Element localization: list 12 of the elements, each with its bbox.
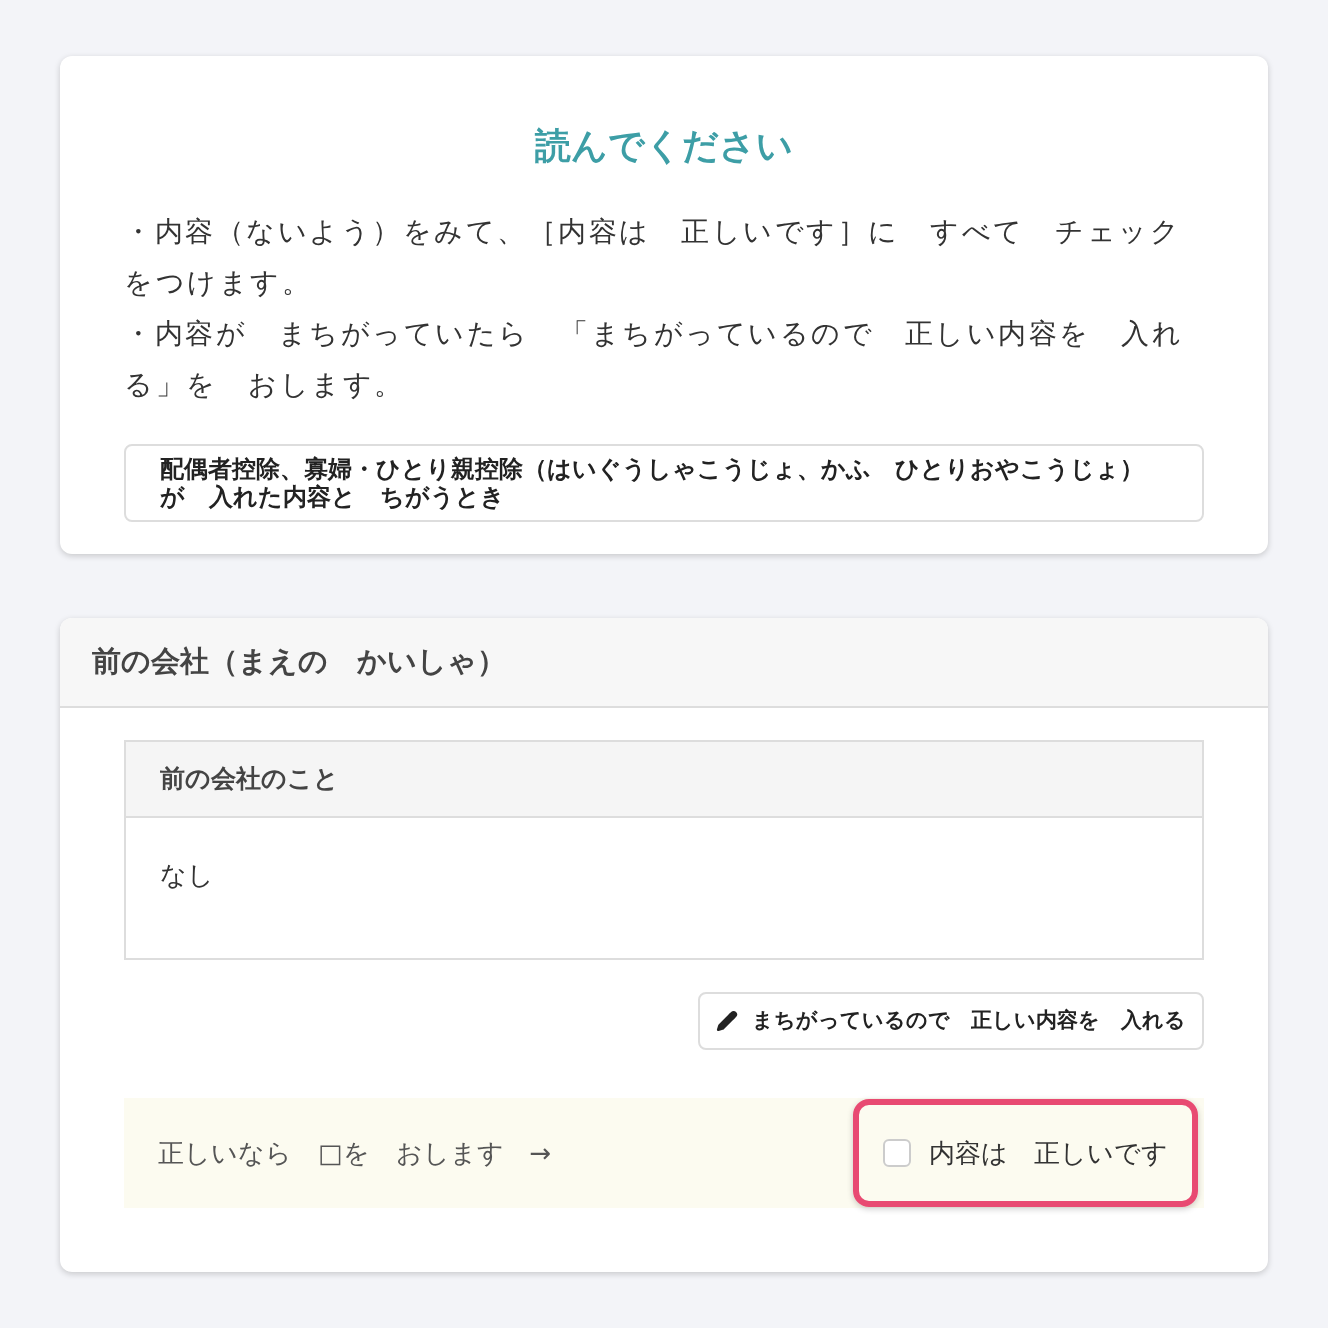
section-title: 前の会社（まえの かいしゃ）	[92, 643, 506, 681]
pencil-icon	[716, 1010, 738, 1032]
hint-text: 正しいなら □を おします →	[158, 1136, 552, 1170]
instruction-text: ・内容が まちがっていたら 「まちがっているので 正しい内容を 入れる」を おします。	[124, 316, 1184, 403]
table-cell-text: なし	[159, 859, 215, 892]
checkbox-label: 内容は 正しいです	[929, 1136, 1168, 1170]
instruction-text: ・内容（ないよう）をみて、［内容は 正しいです］に すべて チェックをつけます。	[124, 214, 1182, 301]
table-header-cell: 前の会社のこと	[126, 742, 1202, 818]
notice-text: 配偶者控除、寡婦・ひとり親控除（はいぐうしゃこうじょ、かふ ひとりおやこうじょ）が 入れた内容と ちがうとき	[124, 444, 1204, 522]
confirm-checkbox[interactable]: 内容は 正しいです	[853, 1099, 1198, 1207]
edit-button[interactable]: まちがっているので 正しい内容を 入れる	[698, 992, 1204, 1050]
card-title: 読んでください	[533, 128, 794, 164]
